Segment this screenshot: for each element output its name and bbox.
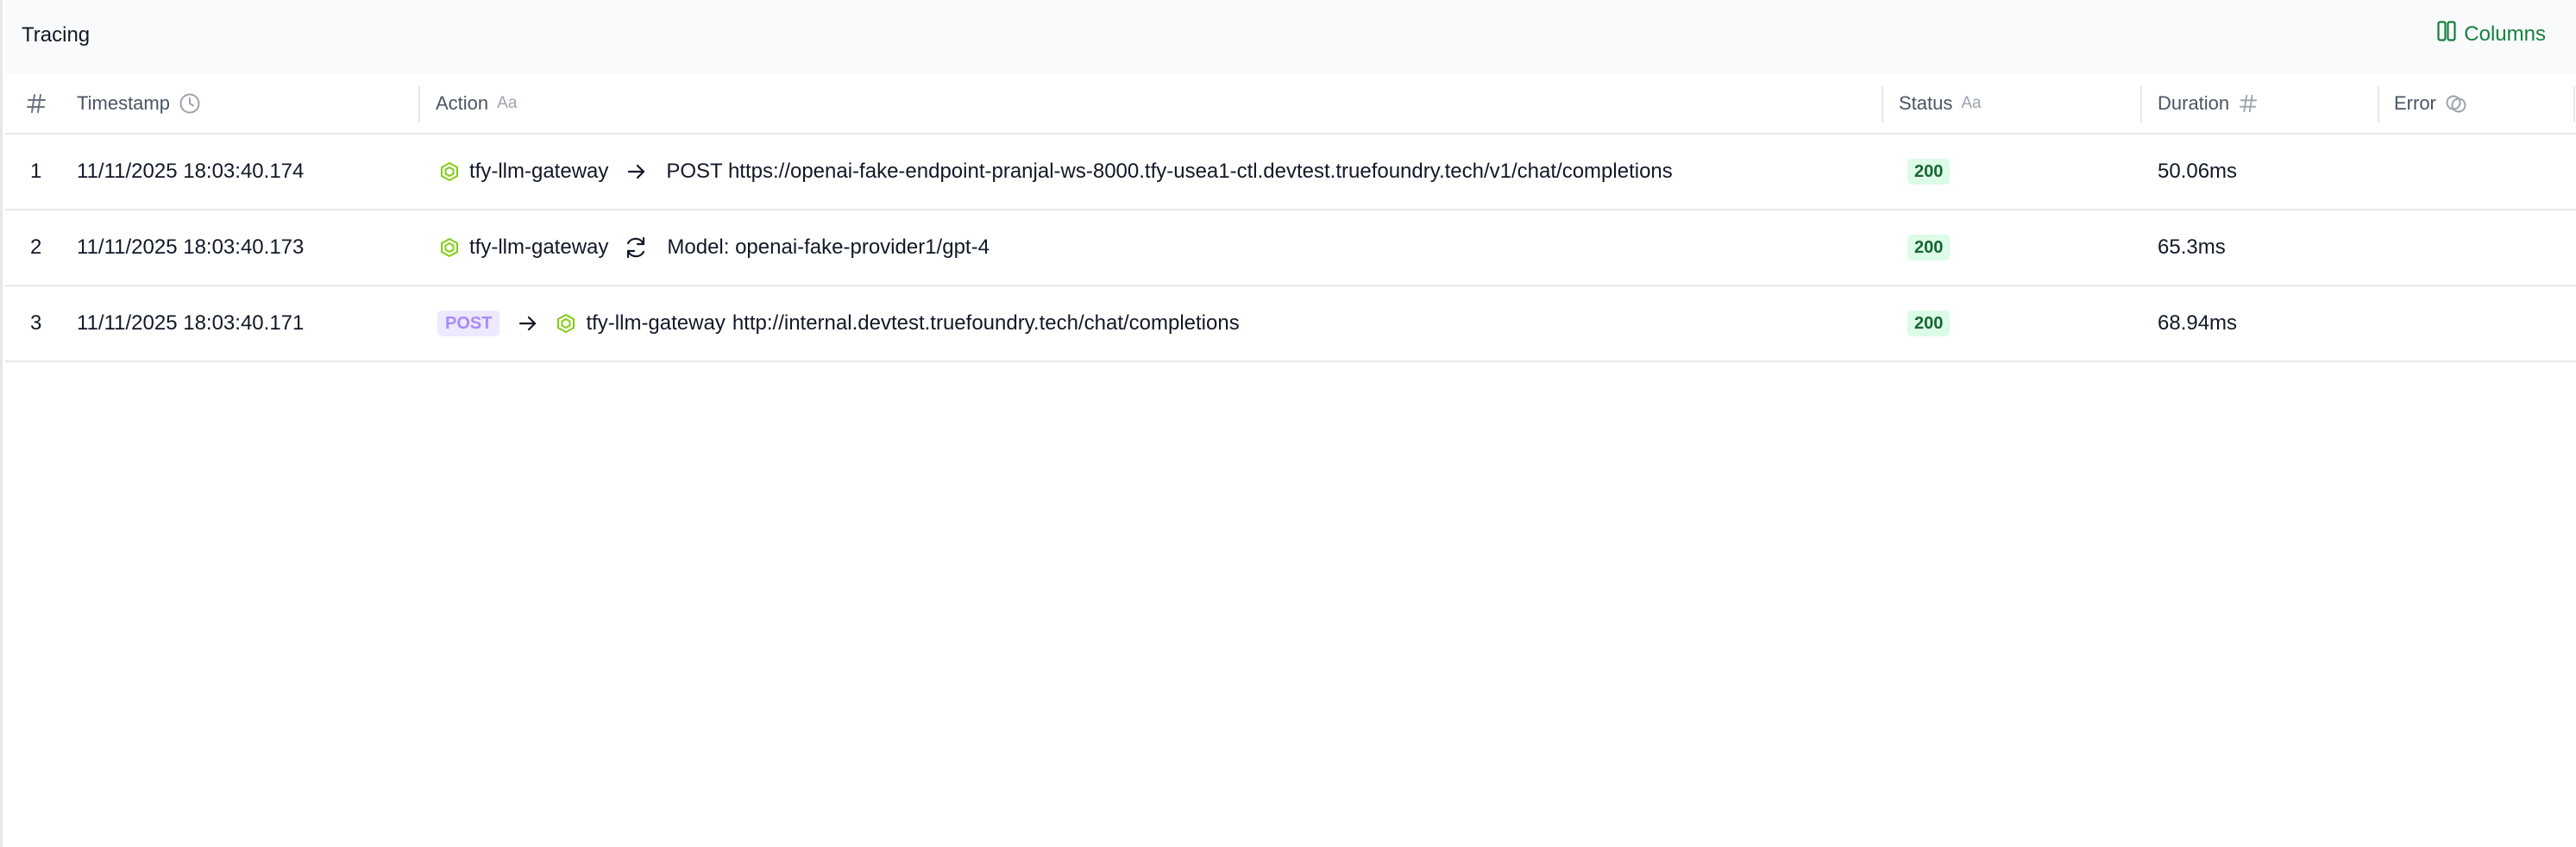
row-status: 200 [1907,135,1951,209]
service-tag[interactable]: tfy-llm-gateway [440,235,608,260]
service-name: tfy-llm-gateway [469,235,609,259]
row-index: 1 [30,160,42,183]
row-duration: 68.94ms [2158,311,2238,335]
table-row[interactable]: 1 11/11/2025 18:03:40.174 tfy-llm-gatewa… [5,135,2576,210]
text-type-icon: Aa [497,94,518,112]
table-row[interactable]: 3 11/11/2025 18:03:40.171 POST tfy-llm-g… [5,286,2576,362]
arrow-right-icon [626,163,647,180]
column-header-label: Duration [2158,92,2230,114]
column-header-error[interactable]: Error [2394,74,2467,133]
row-action: tfy-llm-gateway Model: openai-fake-provi… [440,210,990,285]
status-badge: 200 [1907,159,1951,185]
row-duration: 65.3ms [2158,235,2226,259]
panel-header: Tracing Columns [5,0,2576,74]
method-badge: POST [437,311,500,336]
row-timestamp: 11/11/2025 18:03:40.171 [77,311,305,335]
hash-icon [2238,93,2259,114]
service-icon [556,313,575,334]
action-text: Model: openai-fake-provider1/gpt-4 [667,235,990,259]
columns-icon [2437,21,2456,47]
status-badge: 200 [1907,235,1951,260]
page-title: Tracing [22,23,91,47]
column-header-label: Action [436,92,489,114]
error-type-icon [2445,92,2467,115]
text-type-icon: Aa [1961,94,1982,112]
row-status: 200 [1907,286,1951,361]
refresh-icon [623,235,649,260]
action-text: POST https://openai-fake-endpoint-pranja… [666,160,1673,183]
row-timestamp: 11/11/2025 18:03:40.173 [77,235,305,259]
service-name: tfy-llm-gateway [469,160,609,183]
column-header-timestamp[interactable]: Timestamp [77,74,201,133]
row-action: POST tfy-llm-gateway http://internal.dev… [437,286,1240,361]
row-timestamp: 11/11/2025 18:03:40.174 [77,160,305,183]
column-header-label: Status [1899,92,1953,114]
arrow-right-icon [518,315,538,332]
row-action: tfy-llm-gateway POST https://openai-fake… [440,135,1673,209]
columns-label: Columns [2464,22,2546,46]
row-index: 3 [30,311,42,335]
column-header-label: Error [2394,92,2436,114]
column-header-status[interactable]: Status Aa [1899,74,1982,133]
service-tag[interactable]: tfy-llm-gateway [556,311,726,336]
columns-button[interactable]: Columns [2437,21,2546,47]
service-tag[interactable]: tfy-llm-gateway [440,160,608,184]
row-status: 200 [1907,210,1951,285]
column-header-action[interactable]: Action Aa [436,74,517,133]
service-icon [440,237,459,258]
service-name: tfy-llm-gateway [586,311,726,335]
status-badge: 200 [1907,311,1951,336]
row-index: 2 [30,235,42,259]
hash-icon [25,92,47,115]
service-icon [440,161,459,182]
clock-icon [179,92,201,115]
column-header-index[interactable] [25,74,47,133]
table-row[interactable]: 2 11/11/2025 18:03:40.173 tfy-llm-gatewa… [5,210,2576,286]
table-header: Timestamp Action Aa Status Aa Duration E… [5,74,2576,135]
row-duration: 50.06ms [2158,160,2238,183]
tracing-panel: Tracing Columns Timestamp Action Aa Stat… [0,0,2576,847]
action-text: http://internal.devtest.truefoundry.tech… [732,311,1240,335]
column-header-label: Timestamp [77,92,170,114]
column-header-duration[interactable]: Duration [2158,74,2259,133]
